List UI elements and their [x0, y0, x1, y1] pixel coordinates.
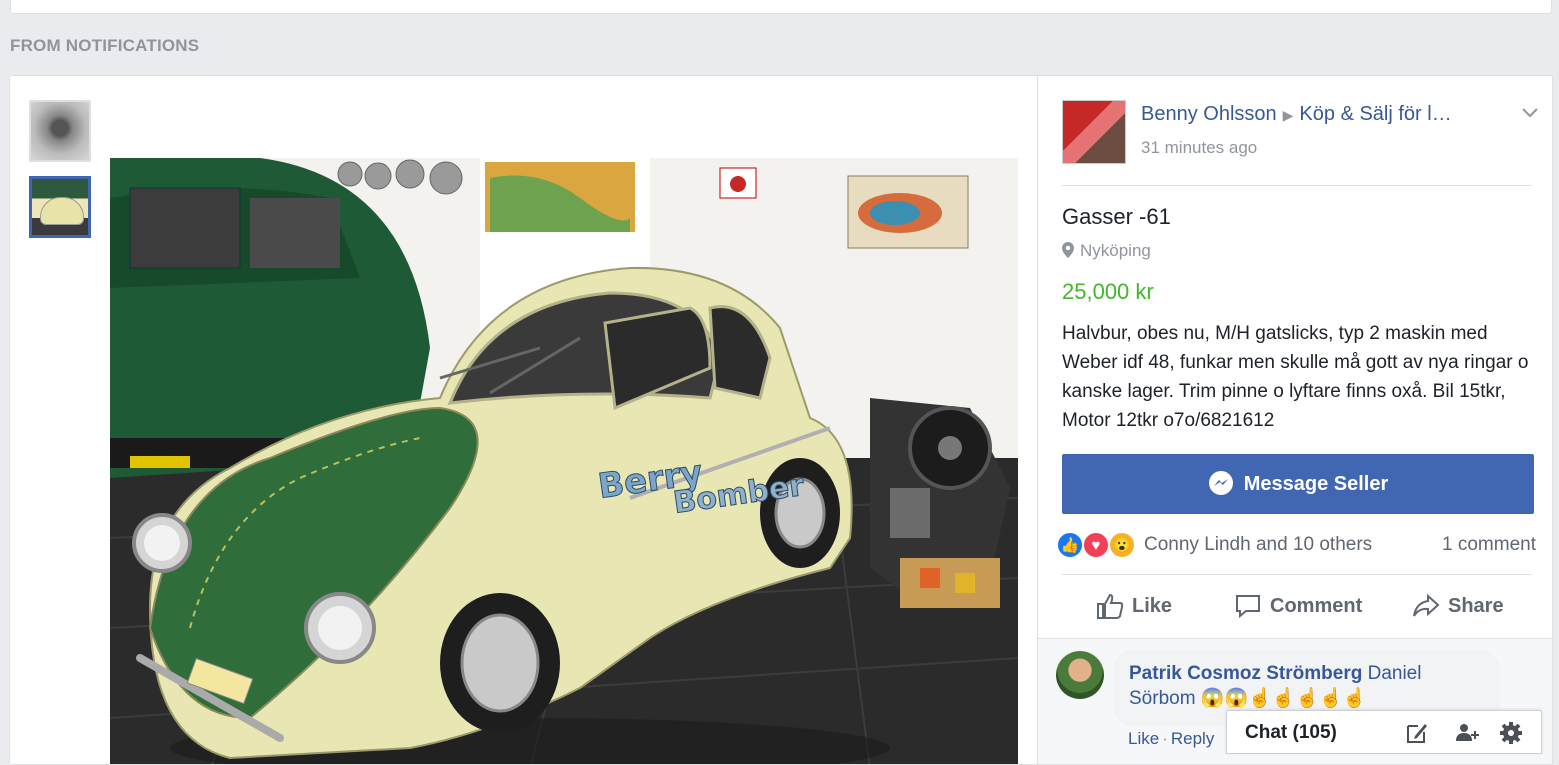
listing-location: Nyköping [1062, 241, 1151, 261]
post-details: Benny Ohlsson ▶ Köp & Sälj för l… 31 minut… [1037, 76, 1552, 764]
commenter-avatar[interactable] [1056, 651, 1104, 699]
comment-label: Comment [1270, 594, 1363, 617]
thumbnail-car-selected[interactable] [29, 176, 91, 238]
post-timestamp[interactable]: 31 minutes ago [1141, 138, 1257, 158]
share-label: Share [1448, 594, 1504, 617]
gear-icon[interactable] [1499, 721, 1523, 745]
comment-emojis: 😱😱☝☝☝☝☝ [1200, 688, 1367, 709]
car-photo-illustration: Berry Bomber [110, 158, 1018, 764]
messenger-icon [1208, 471, 1233, 495]
share-icon [1413, 593, 1440, 617]
main-photo[interactable]: Berry Bomber [110, 158, 1018, 764]
message-seller-button[interactable]: Message Seller [1062, 454, 1534, 514]
comment-links: Like · Reply [1128, 729, 1215, 748]
listing-description: Halvbur, obes nu, M/H gatslicks, typ 2 m… [1062, 323, 1529, 431]
action-bar: Like Comment Share [1056, 576, 1536, 636]
comment-reply-link[interactable]: Reply [1171, 729, 1214, 748]
listing-price: 25,000 kr [1062, 279, 1154, 304]
new-message-icon[interactable] [1405, 721, 1429, 745]
comment-icon [1236, 595, 1260, 619]
group-name[interactable]: Köp & Sälj för l… [1299, 103, 1451, 125]
chat-bar[interactable]: Chat (105) [1226, 710, 1542, 754]
like-button[interactable]: Like [1096, 576, 1172, 636]
location-pin-icon [1062, 242, 1074, 258]
chat-label: Chat (105) [1245, 722, 1337, 743]
comment-count[interactable]: 1 comment [1442, 534, 1536, 556]
arrow-right-icon: ▶ [1282, 107, 1294, 123]
author-name[interactable]: Benny Ohlsson [1141, 103, 1277, 125]
love-reaction-icon: ♥ [1082, 531, 1110, 559]
marketplace-post: Berry Bomber Benny Ohlsson ▶ Köp & Sälj fö… [9, 75, 1553, 765]
thumbnail-engine[interactable] [29, 100, 91, 162]
header-divider [1062, 185, 1532, 186]
create-group-icon[interactable] [1455, 721, 1481, 745]
like-label: Like [1132, 594, 1173, 617]
comment-button[interactable]: Comment [1234, 576, 1362, 636]
wow-reaction-icon: 😮 [1108, 531, 1136, 559]
message-seller-label: Message Seller [1243, 472, 1389, 495]
reactions-bar[interactable]: 👍 ♥ 😮 Conny Lindh and 10 others 1 commen… [1056, 531, 1536, 563]
media-pane: Berry Bomber [10, 76, 1037, 764]
listing-title: Gasser -61 [1062, 204, 1171, 229]
author-line: Benny Ohlsson ▶ Köp & Sälj för l… [1141, 103, 1452, 126]
reaction-names[interactable]: Conny Lindh and 10 others [1144, 534, 1372, 556]
reactions-divider [1062, 574, 1532, 575]
chevron-down-icon[interactable] [1522, 102, 1538, 123]
previous-card [10, 0, 1552, 14]
reaction-icons: 👍 ♥ 😮 [1056, 531, 1146, 561]
thumbs-up-icon [1097, 593, 1124, 619]
location-text: Nyköping [1080, 241, 1151, 260]
comment-author[interactable]: Patrik Cosmoz Strömberg [1129, 663, 1362, 684]
like-reaction-icon: 👍 [1056, 531, 1084, 559]
comment-like-link[interactable]: Like [1128, 729, 1159, 748]
share-button[interactable]: Share [1412, 576, 1504, 636]
author-avatar[interactable] [1062, 100, 1126, 164]
section-label: FROM NOTIFICATIONS [10, 36, 200, 55]
